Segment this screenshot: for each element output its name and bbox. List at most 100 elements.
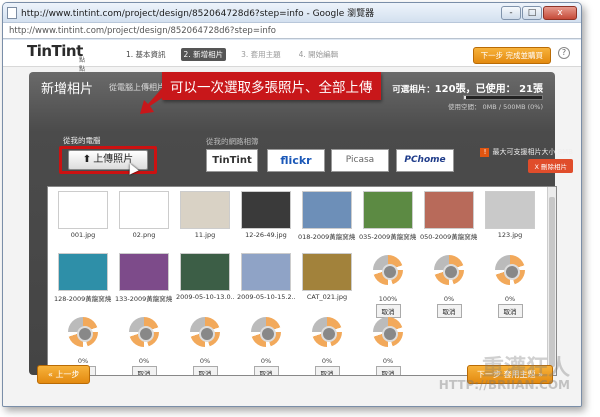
- capacity-label: 可選相片：: [392, 85, 435, 95]
- upload-progress-icon: [368, 317, 408, 357]
- max-size-text: 最大可支援相片大小 8MB: [492, 148, 573, 156]
- upload-progress-icon: [124, 317, 164, 357]
- camera-icon: [190, 317, 220, 347]
- photo-image: [119, 253, 169, 291]
- upload-progress-icon: [63, 317, 103, 357]
- camera-icon: [373, 317, 403, 347]
- picasa-button[interactable]: Picasa: [331, 149, 389, 172]
- photo-filename: 050-2009黃龍窯燒...: [420, 233, 478, 241]
- flickr-button[interactable]: flickr: [267, 149, 325, 172]
- delete-photos-button[interactable]: X 刪除相片: [528, 159, 573, 173]
- photo-filename: 018-2009黃龍窯燒...: [298, 233, 356, 241]
- upload-progress-icon: [429, 255, 469, 295]
- photo-image: [58, 191, 108, 229]
- photo-thumbnail[interactable]: CAT_021.jpg: [298, 253, 356, 313]
- camera-icon: [373, 255, 403, 285]
- photo-image: [180, 253, 230, 291]
- address-bar[interactable]: http://www.tintint.com/project/design/85…: [3, 23, 581, 39]
- capacity-info: 可選相片：120張，已使用： 21張: [392, 80, 543, 95]
- uploading-item: 0%取消: [298, 315, 356, 375]
- photo-image: [485, 191, 535, 229]
- photo-filename: 11.jpg: [194, 231, 216, 239]
- step-apply-theme[interactable]: 3. 套用主題: [238, 48, 284, 61]
- camera-icon: [251, 317, 281, 347]
- photo-thumbnail[interactable]: 2009-05-10-15.2...: [237, 253, 295, 313]
- uploading-item: 0%取消: [237, 315, 295, 375]
- photo-image: [119, 191, 169, 229]
- cancel-upload-button[interactable]: 取消: [375, 366, 401, 375]
- upload-percent: 100%: [378, 295, 398, 303]
- uploading-item: 0%取消: [481, 253, 539, 318]
- photo-thumbnail[interactable]: 11.jpg: [176, 191, 234, 251]
- photo-filename: 035-2009黃龍窯燒...: [359, 233, 417, 241]
- photo-image: [180, 191, 230, 229]
- cancel-upload-button[interactable]: 取消: [497, 304, 523, 318]
- photo-filename: 123.jpg: [497, 231, 523, 239]
- local-source-label: 從我的電腦: [63, 136, 101, 145]
- photo-thumbnail[interactable]: 001.jpg: [54, 191, 112, 251]
- photo-thumbnail[interactable]: 2009-05-10-13.0...: [176, 253, 234, 313]
- browser-window: http://www.tintint.com/project/design/85…: [2, 2, 582, 407]
- camera-icon: [68, 317, 98, 347]
- cancel-upload-button[interactable]: 取消: [253, 366, 279, 375]
- usage-text: 使用空間： 0MB / 500MB (0%): [447, 103, 543, 111]
- step-start-editing[interactable]: 4. 開始編輯: [296, 48, 342, 61]
- upload-progress-icon: [246, 317, 286, 357]
- photo-thumbnail[interactable]: 018-2009黃龍窯燒...: [298, 191, 356, 251]
- usage-bar-fill: [464, 96, 467, 99]
- site-header: TinTint 點點印 1. 基本資訊 2. 新增相片 3. 套用主題 4. 開…: [3, 40, 581, 82]
- photo-filename: 001.jpg: [70, 231, 96, 239]
- address-url: http://www.tintint.com/project/design/85…: [9, 25, 276, 36]
- photo-image: [302, 253, 352, 291]
- upload-percent: 0%: [77, 357, 89, 365]
- camera-icon: [495, 255, 525, 285]
- photo-thumbnail[interactable]: 035-2009黃龍窯燒...: [359, 191, 417, 251]
- tintint-logo[interactable]: TinTint 點點印: [27, 42, 85, 82]
- camera-icon: [434, 255, 464, 285]
- cancel-upload-button[interactable]: 取消: [314, 366, 340, 375]
- maximize-button[interactable]: □: [522, 5, 542, 20]
- callout-arrow-icon: [140, 86, 168, 114]
- photo-thumbnail[interactable]: 133-2009黃龍窯燒...: [115, 253, 173, 313]
- flickr-label: flickr: [280, 154, 312, 167]
- grid-scrollbar[interactable]: [547, 187, 556, 375]
- photo-thumbnail[interactable]: 123.jpg: [481, 191, 539, 251]
- upload-percent: 0%: [199, 357, 211, 365]
- online-album-label: 從我的網路相簿: [206, 137, 259, 146]
- step-add-photos[interactable]: 2. 新增相片: [180, 48, 227, 61]
- upload-percent: 0%: [504, 295, 516, 303]
- cancel-upload-button[interactable]: 取消: [192, 366, 218, 375]
- scrollbar-thumb[interactable]: [549, 197, 555, 367]
- photo-grid[interactable]: 001.jpg 02.png 11.jpg 12-26-49.jpg 018-2009黃…: [47, 186, 557, 376]
- photo-filename: 12-26-49.jpg: [245, 231, 287, 239]
- close-button[interactable]: x: [543, 5, 577, 20]
- photo-thumbnail[interactable]: 050-2009黃龍窯燒...: [420, 191, 478, 251]
- finish-and-buy-button[interactable]: 下一步 完成並購買: [472, 47, 551, 64]
- tintint-album-button[interactable]: TinTint: [206, 149, 258, 172]
- upload-progress-icon: [185, 317, 225, 357]
- upload-progress-icon: [368, 255, 408, 295]
- camera-icon: [129, 317, 159, 347]
- uploading-item: 0%取消: [420, 253, 478, 318]
- minimize-button[interactable]: -: [501, 5, 521, 20]
- photo-thumbnail[interactable]: 12-26-49.jpg: [237, 191, 295, 251]
- upload-percent: 0%: [260, 357, 272, 365]
- photo-image: [363, 191, 413, 229]
- uploading-item: 0%取消: [115, 315, 173, 375]
- upload-arrow-icon: ⬆: [82, 154, 92, 165]
- upload-progress-icon: [490, 255, 530, 295]
- help-icon[interactable]: ?: [558, 47, 570, 59]
- upload-percent: 0%: [382, 357, 394, 365]
- cancel-upload-button[interactable]: 取消: [131, 366, 157, 375]
- title-bar: http://www.tintint.com/project/design/85…: [3, 3, 581, 23]
- site-watermark-url: HTTP://BRIIAN.COM: [438, 378, 570, 392]
- max-size-note: ! 最大可支援相片大小 8MB: [480, 147, 573, 157]
- previous-step-button[interactable]: « 上一步: [37, 365, 91, 384]
- uploading-item: 0%取消: [176, 315, 234, 375]
- uploading-item: 100% 取消: [359, 253, 417, 318]
- pchome-button[interactable]: PChome: [396, 149, 454, 172]
- photo-thumbnail[interactable]: 128-2009黃龍窯燒...: [54, 253, 112, 313]
- cancel-upload-button[interactable]: 取消: [436, 304, 462, 318]
- photo-thumbnail[interactable]: 02.png: [115, 191, 173, 251]
- step-basic-info[interactable]: 1. 基本資訊: [123, 48, 169, 61]
